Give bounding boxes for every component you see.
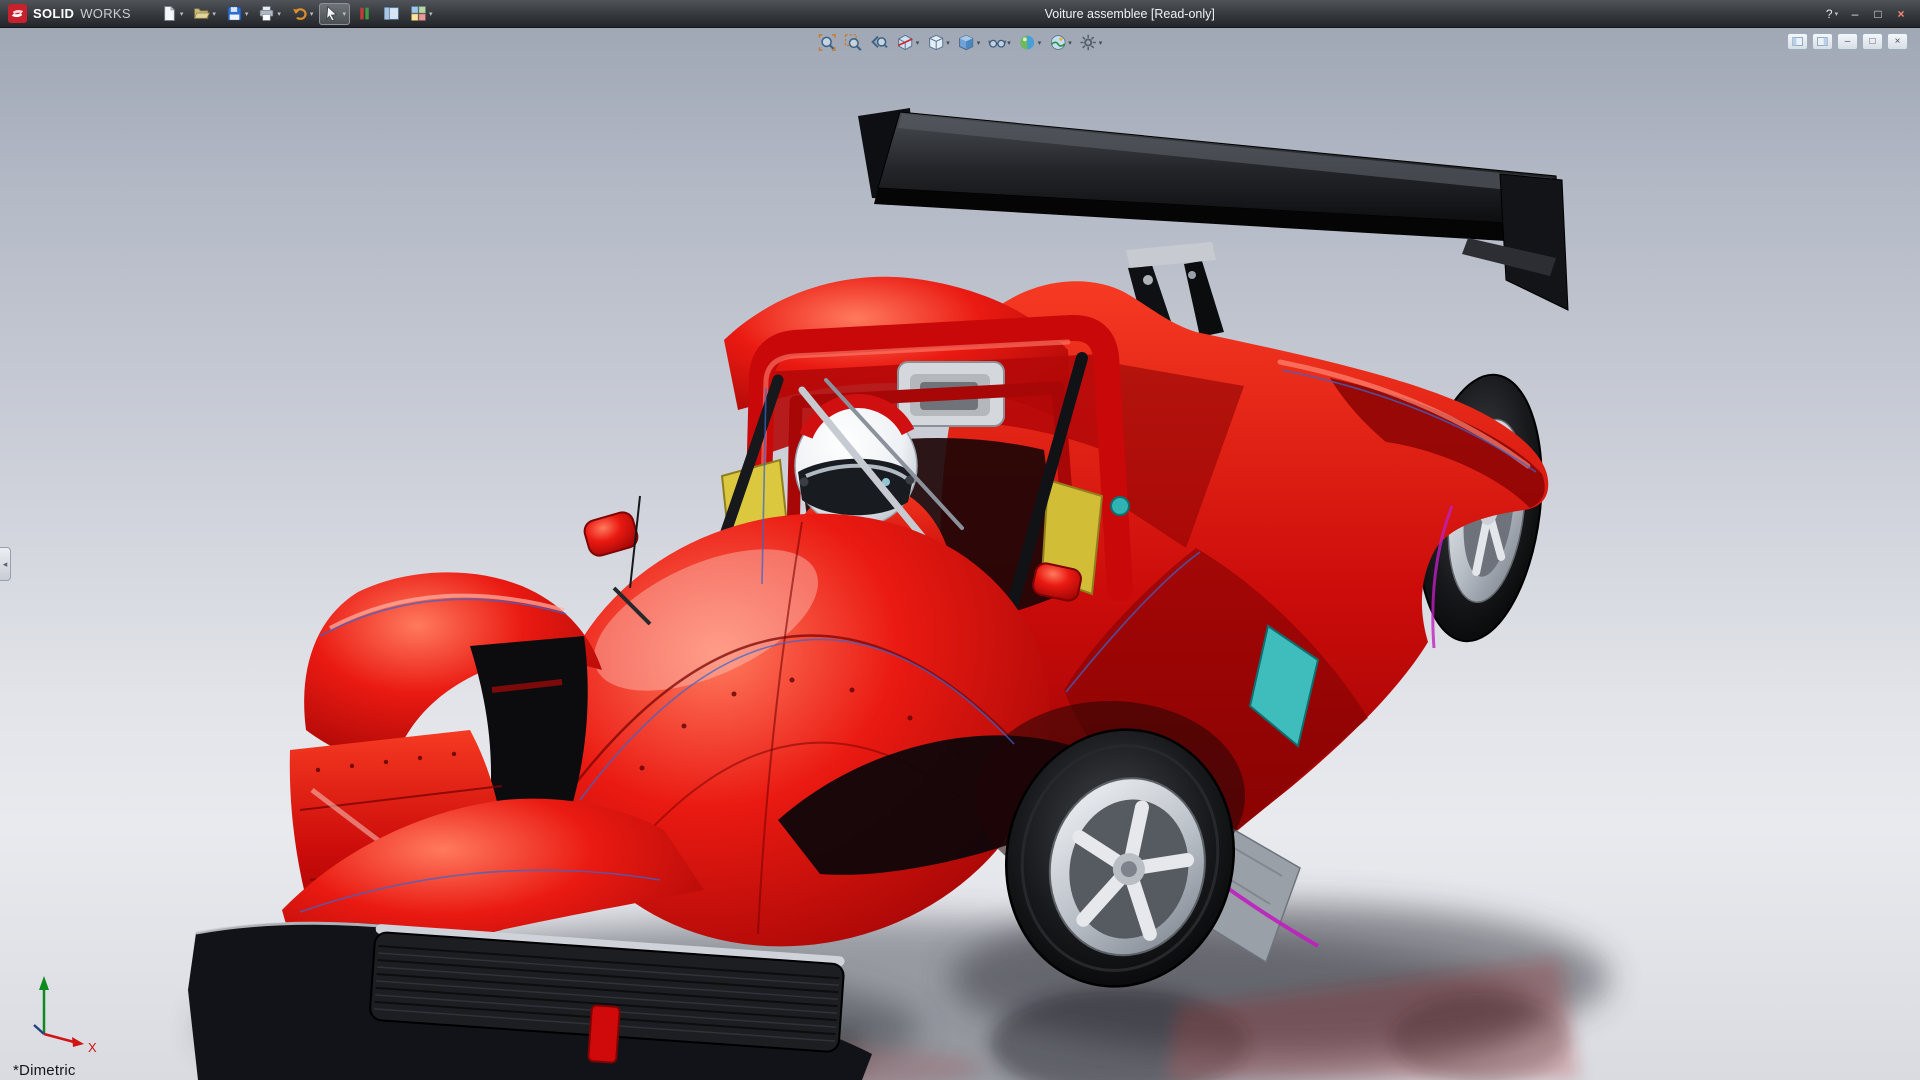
cube-shaded-icon: [957, 33, 976, 52]
minimize[interactable]: –: [1846, 5, 1864, 23]
help-glyph: ?: [1826, 7, 1833, 21]
dropdown-arrow-icon[interactable]: ▾: [946, 39, 950, 47]
doc-close[interactable]: ×: [1887, 33, 1908, 50]
maximize[interactable]: □: [1869, 5, 1887, 23]
title-bar: SOLID WORKS ▾ ▾ ▾ ▾ ▾ ▾ ▾ Voiture assemblee [Re…: [0, 0, 1920, 28]
dropdown-arrow-icon[interactable]: ▾: [1007, 39, 1011, 47]
customize[interactable]: ▾: [406, 3, 437, 25]
save-icon: [226, 5, 243, 22]
orientation-triad: X: [10, 968, 110, 1060]
selection-filter[interactable]: [352, 3, 377, 25]
solidworks-logo-icon: [8, 4, 27, 23]
view-orientation-label: *Dimetric: [13, 1062, 76, 1079]
model-3d-view[interactable]: [0, 28, 1920, 1080]
window-title: Voiture assemblee [Read-only]: [436, 7, 1823, 21]
tow-hook: [588, 1005, 620, 1063]
dropdown-arrow-icon[interactable]: ▾: [1835, 10, 1839, 18]
x-axis-arrow-icon: [72, 1037, 84, 1047]
select-icon: [323, 5, 340, 22]
dropdown-arrow-icon[interactable]: ▾: [916, 39, 920, 47]
doc-close-glyph: ×: [1895, 36, 1901, 47]
close-glyph: ×: [1897, 7, 1904, 21]
section-view[interactable]: ▾: [894, 32, 922, 53]
print-icon: [258, 5, 275, 22]
z-axis-icon: [34, 1025, 44, 1034]
help[interactable]: ?▾: [1823, 5, 1841, 23]
dropdown-arrow-icon[interactable]: ▾: [277, 10, 281, 18]
dropdown-arrow-icon[interactable]: ▾: [212, 10, 216, 18]
view-orientation[interactable]: ▾: [924, 32, 952, 53]
window-controls: ?▾–□×: [1823, 5, 1910, 23]
show-display-pane[interactable]: [1812, 33, 1833, 50]
new-document[interactable]: ▾: [157, 3, 188, 25]
cube-icon: [926, 33, 945, 52]
doc-minimize-glyph: –: [1845, 36, 1851, 47]
save[interactable]: ▾: [222, 3, 253, 25]
close[interactable]: ×: [1892, 5, 1910, 23]
dropdown-arrow-icon[interactable]: ▾: [1038, 39, 1042, 47]
pane-right-icon: [1816, 35, 1829, 48]
zoom-fit-icon: [818, 33, 837, 52]
dropdown-arrow-icon[interactable]: ▾: [1099, 39, 1103, 47]
dropdown-arrow-icon[interactable]: ▾: [977, 39, 981, 47]
heads-up-view-toolbar: ▾ ▾ ▾ ▾ ▾ ▾ ▾: [816, 32, 1105, 53]
open-document[interactable]: ▾: [189, 3, 220, 25]
app-brand: SOLID WORKS: [0, 4, 141, 23]
brand-text-light: WORKS: [80, 6, 131, 21]
prev-view-icon: [870, 33, 889, 52]
options[interactable]: [379, 3, 404, 25]
view-settings[interactable]: ▾: [1077, 32, 1105, 53]
flyout-arrow-icon: ◂: [3, 559, 8, 570]
y-axis-arrow-icon: [39, 976, 49, 990]
graphics-area[interactable]: ▾ ▾ ▾ ▾ ▾ ▾ ▾ – □ × ◂ X *Dimetric: [0, 28, 1920, 1080]
appearance-icon: [1018, 33, 1037, 52]
gear-icon: [1079, 33, 1098, 52]
dropdown-arrow-icon[interactable]: ▾: [310, 10, 314, 18]
new-icon: [161, 5, 178, 22]
grid-icon: [410, 5, 427, 22]
maximize-glyph: □: [1874, 7, 1881, 21]
bars-icon: [356, 5, 373, 22]
hide-show-items[interactable]: ▾: [985, 32, 1013, 53]
featuremanager-flyout-tab[interactable]: ◂: [0, 547, 11, 581]
scene-icon: [1048, 33, 1067, 52]
dropdown-arrow-icon[interactable]: ▾: [1068, 39, 1072, 47]
dropdown-arrow-icon[interactable]: ▾: [429, 10, 433, 18]
minimize-glyph: –: [1852, 7, 1859, 21]
apply-scene[interactable]: ▾: [1046, 32, 1074, 53]
document-window-controls: – □ ×: [1787, 33, 1908, 50]
x-axis-label: X: [88, 1040, 97, 1055]
zoom-area-icon: [844, 33, 863, 52]
panes-icon: [1791, 35, 1804, 48]
undo[interactable]: ▾: [287, 3, 318, 25]
zoom-to-area[interactable]: [842, 32, 865, 53]
panes-icon: [383, 5, 400, 22]
main-toolbar: ▾ ▾ ▾ ▾ ▾ ▾ ▾: [157, 3, 437, 25]
glasses-icon: [987, 33, 1006, 52]
display-style[interactable]: ▾: [955, 32, 983, 53]
zoom-to-fit[interactable]: [816, 32, 839, 53]
previous-view[interactable]: [868, 32, 891, 53]
select[interactable]: ▾: [319, 3, 350, 25]
show-feature-pane[interactable]: [1787, 33, 1808, 50]
dropdown-arrow-icon[interactable]: ▾: [180, 10, 184, 18]
brand-text-bold: SOLID: [33, 6, 74, 21]
edit-appearance[interactable]: ▾: [1016, 32, 1044, 53]
doc-restore-glyph: □: [1869, 36, 1875, 47]
doc-minimize[interactable]: –: [1837, 33, 1858, 50]
open-icon: [193, 5, 210, 22]
doc-restore[interactable]: □: [1862, 33, 1883, 50]
undo-icon: [291, 5, 308, 22]
section-icon: [896, 33, 915, 52]
print[interactable]: ▾: [254, 3, 285, 25]
dropdown-arrow-icon[interactable]: ▾: [342, 10, 346, 18]
dropdown-arrow-icon[interactable]: ▾: [245, 10, 249, 18]
